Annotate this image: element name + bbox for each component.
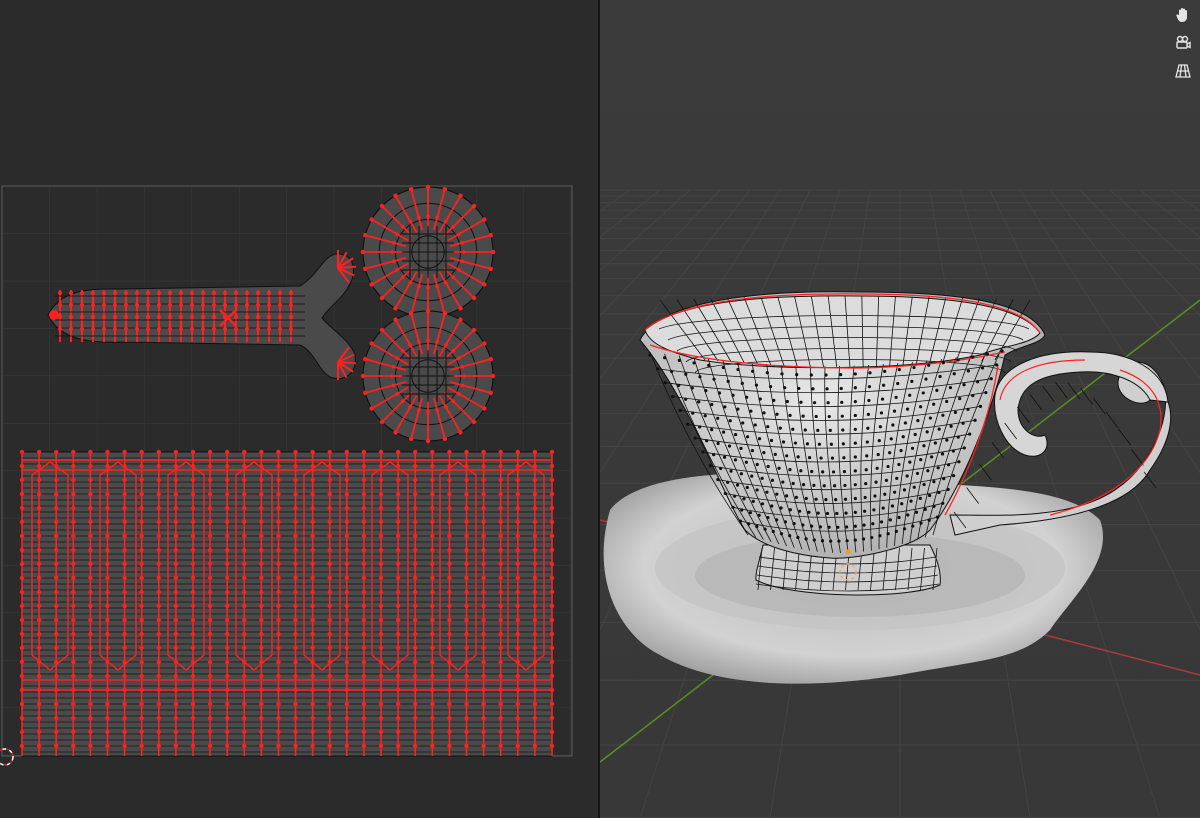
viewport-canvas[interactable] bbox=[600, 0, 1200, 818]
uv-island-bottom-disc[interactable] bbox=[360, 308, 496, 444]
viewport-navigation-toolbar bbox=[1170, 2, 1196, 84]
perspective-grid-icon[interactable] bbox=[1170, 58, 1196, 84]
uv-editor[interactable] bbox=[0, 0, 598, 818]
uv-island-top-disc[interactable] bbox=[360, 184, 496, 320]
uv-canvas[interactable] bbox=[0, 0, 598, 818]
3d-viewport[interactable] bbox=[600, 0, 1200, 818]
camera-view-icon[interactable] bbox=[1170, 30, 1196, 56]
object-origin-dot bbox=[845, 549, 851, 555]
pan-hand-icon[interactable] bbox=[1170, 2, 1196, 28]
uv-island-cup-body[interactable] bbox=[19, 449, 555, 757]
